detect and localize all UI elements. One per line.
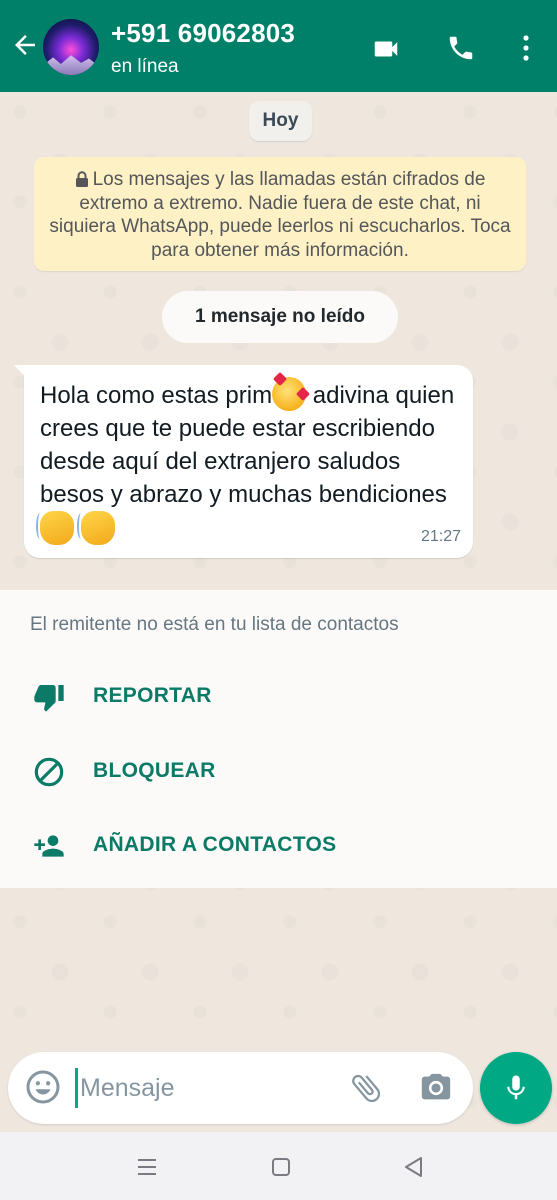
contact-name[interactable]: +591 69062803: [111, 18, 295, 49]
phone-icon[interactable]: [444, 33, 478, 63]
smiling-face-with-hearts-icon: [272, 377, 307, 411]
lock-icon: [75, 171, 88, 187]
date-chip: Hoy: [249, 101, 312, 141]
chat-area[interactable]: Hoy Los mensajes y las llamadas están ci…: [0, 92, 557, 1132]
contact-status: en línea: [111, 56, 179, 77]
video-call-icon[interactable]: [369, 34, 403, 64]
message-input[interactable]: [80, 1067, 340, 1109]
encryption-notice[interactable]: Los mensajes y las llamadas están cifrad…: [34, 157, 526, 271]
incoming-message-bubble[interactable]: Hola como estas prim adivina quien crees…: [14, 365, 473, 558]
back-triangle-icon[interactable]: [401, 1154, 427, 1180]
message-text: Hola como estas prim adivina quien crees…: [36, 377, 465, 546]
recent-apps-icon[interactable]: [134, 1154, 160, 1180]
arrow-back-icon[interactable]: [10, 30, 40, 60]
block-icon: [34, 757, 64, 787]
unknown-sender-note: El remitente no está en tu lista de cont…: [30, 614, 399, 635]
system-nav-bar: [0, 1132, 557, 1200]
message-time: 21:27: [420, 528, 461, 545]
emoji-icon[interactable]: [25, 1069, 61, 1105]
report-button[interactable]: REPORTAR: [0, 666, 557, 726]
waving-hand-icon: [36, 511, 74, 545]
block-button[interactable]: BLOQUEAR: [0, 741, 557, 801]
person-add-icon: [34, 835, 64, 857]
avatar[interactable]: [43, 19, 99, 75]
text-caret: [75, 1068, 78, 1108]
report-label: REPORTAR: [93, 684, 212, 707]
message-composer: [8, 1052, 473, 1124]
thumb-down-icon: [34, 685, 64, 712]
add-contact-label: AÑADIR A CONTACTOS: [93, 833, 337, 856]
mic-icon: [507, 1075, 525, 1100]
unread-messages-chip: 1 mensaje no leído: [162, 291, 398, 343]
attach-icon[interactable]: [348, 1070, 384, 1106]
encryption-notice-text: Los mensajes y las llamadas están cifrad…: [49, 169, 511, 261]
unknown-sender-panel: El remitente no está en tu lista de cont…: [0, 590, 557, 888]
chat-header: +591 69062803 en línea: [0, 0, 557, 92]
waving-hand-icon: [76, 511, 115, 545]
block-label: BLOQUEAR: [93, 759, 216, 782]
home-icon[interactable]: [268, 1154, 294, 1180]
camera-icon[interactable]: [418, 1071, 454, 1105]
more-vert-icon[interactable]: [516, 33, 536, 63]
voice-message-button[interactable]: [480, 1052, 552, 1124]
add-contact-button[interactable]: AÑADIR A CONTACTOS: [0, 815, 557, 875]
